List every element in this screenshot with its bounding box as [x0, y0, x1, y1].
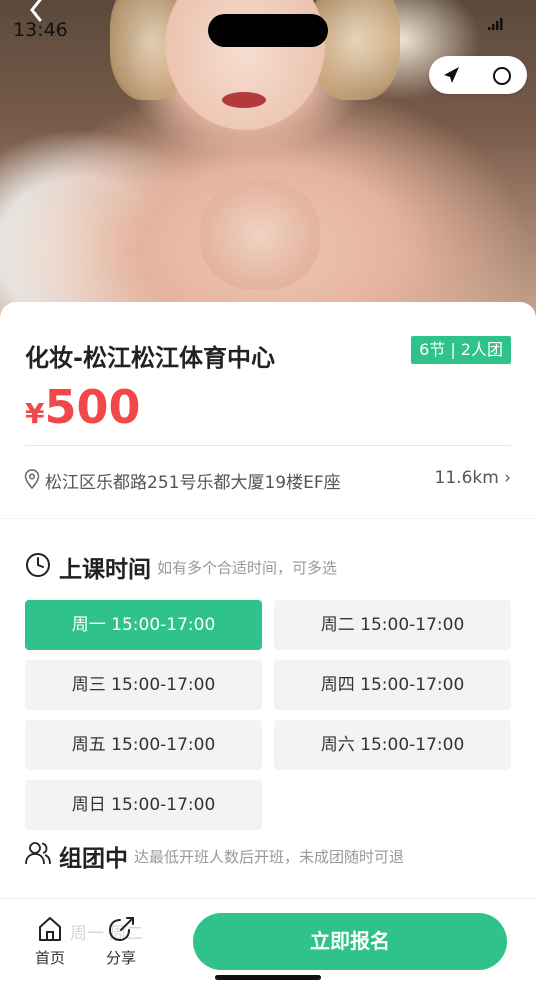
group-subtitle: 达最低开班人数后开班，未成团随时可退 [134, 848, 405, 866]
time-slot-wed[interactable]: 周三 15:00-17:00 [25, 660, 262, 710]
course-cover-image [0, 0, 536, 320]
enroll-now-button[interactable]: 立即报名 [193, 913, 507, 970]
status-time: 13:46 [13, 19, 68, 41]
course-address[interactable]: 松江区乐都路251号乐都大厦19楼EF座 [45, 468, 341, 493]
send-icon[interactable] [441, 65, 461, 85]
group-title: 组团中 [59, 846, 128, 872]
mini-program-capsule[interactable] [429, 56, 527, 94]
clock-icon [26, 553, 50, 577]
home-icon[interactable] [36, 915, 64, 943]
course-tag-badge: 6节 | 2人团 [411, 336, 511, 364]
group-icon [25, 842, 51, 865]
schedule-section: 上课时间 如有多个合适时间，可多选 周一 15:00-17:00 周二 15:0… [0, 519, 536, 899]
course-title: 化妆-松江松江体育中心 [25, 344, 275, 372]
signal-icon [488, 18, 503, 30]
course-distance-link[interactable]: 11.6km › [435, 468, 511, 488]
close-circle-icon[interactable] [493, 67, 511, 85]
time-slot-sun[interactable]: 周日 15:00-17:00 [25, 780, 262, 830]
time-slot-thu[interactable]: 周四 15:00-17:00 [274, 660, 511, 710]
hero-hands [200, 180, 320, 290]
bottom-action-bar: 周一 周二 首页 分享 立即报名 [0, 898, 536, 985]
course-price: ¥500 [25, 380, 141, 434]
price-symbol: ¥ [25, 397, 45, 430]
share-nav-button[interactable]: 分享 [96, 915, 146, 968]
time-slot-tue[interactable]: 周二 15:00-17:00 [274, 600, 511, 650]
schedule-subtitle: 如有多个合适时间，可多选 [157, 559, 338, 577]
share-label: 分享 [105, 949, 136, 967]
time-slot-sat[interactable]: 周六 15:00-17:00 [274, 720, 511, 770]
time-slot-mon[interactable]: 周一 15:00-17:00 [25, 600, 262, 650]
time-slot-fri[interactable]: 周五 15:00-17:00 [25, 720, 262, 770]
divider [25, 445, 511, 446]
home-indicator [215, 975, 321, 980]
location-pin-icon [24, 469, 40, 489]
price-value: 500 [44, 380, 141, 434]
share-icon[interactable] [107, 915, 135, 943]
home-label: 首页 [34, 949, 65, 967]
schedule-title: 上课时间 [59, 557, 151, 583]
camera-notch [208, 14, 328, 47]
hero-lips [222, 92, 266, 108]
home-nav-button[interactable]: 首页 [25, 915, 75, 968]
course-info-card: 化妆-松江松江体育中心 6节 | 2人团 ¥500 松江区乐都路251号乐都大厦… [0, 302, 536, 518]
